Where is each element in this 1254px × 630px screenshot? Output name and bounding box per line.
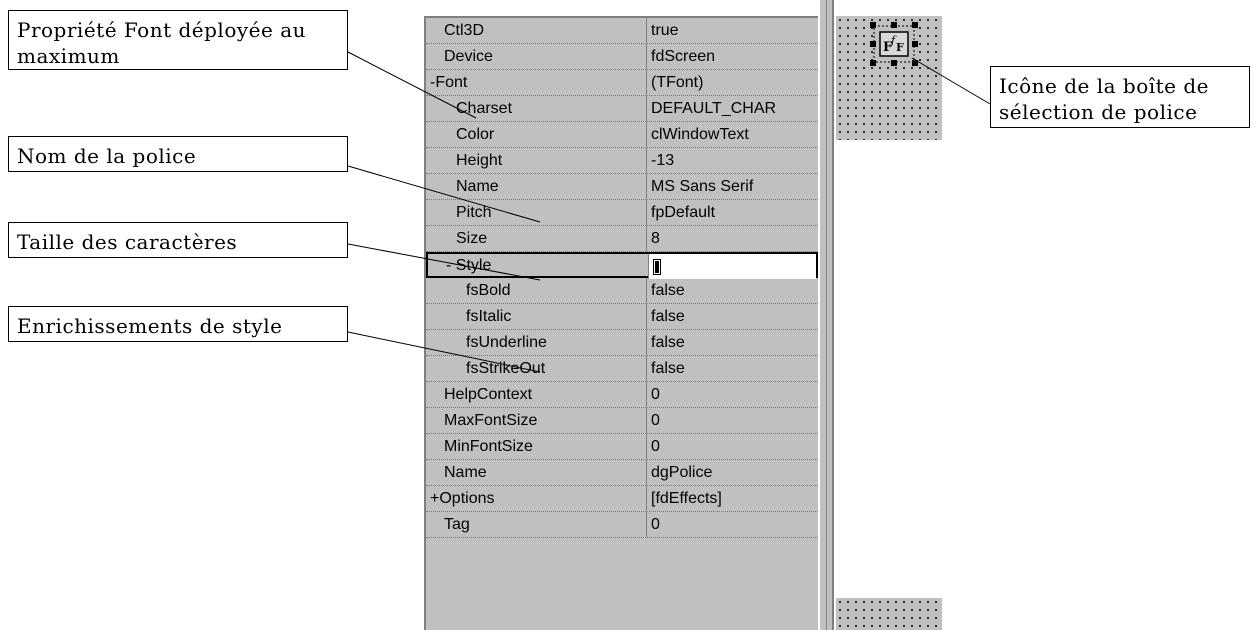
splitter-bar[interactable] (818, 0, 834, 630)
property-row[interactable]: - Style (426, 252, 818, 279)
property-value[interactable]: true (646, 18, 818, 43)
property-value[interactable]: false (646, 304, 818, 329)
property-name: Device (444, 48, 493, 65)
property-row[interactable]: MaxFontSize 0 (426, 408, 818, 434)
property-name: +Options (430, 490, 495, 507)
property-name: MinFontSize (444, 438, 533, 455)
property-name: HelpContext (444, 386, 533, 403)
property-value[interactable]: DEFAULT_CHAR (646, 96, 818, 121)
property-name: Color (456, 126, 495, 143)
font-dialog-icon[interactable]: F f F (868, 20, 920, 68)
property-row[interactable]: fsStrikeOut false (426, 356, 818, 382)
callout-icon: Icône de la boîte de sélection de police (990, 66, 1250, 128)
callout-style-text: Enrichissements de style (17, 314, 283, 338)
callout-font-expanded-text: Propriété Font déployée au maximum (17, 18, 306, 68)
property-name: Charset (456, 100, 513, 117)
property-name: Tag (444, 516, 470, 533)
property-row[interactable]: HelpContext 0 (426, 382, 818, 408)
property-value[interactable]: (TFont) (646, 70, 818, 95)
object-inspector: Ctl3D true Device fdScreen -Font (TFont) Chars… (424, 16, 818, 630)
property-name: Name (444, 464, 487, 481)
property-row[interactable]: Color clWindowText (426, 122, 818, 148)
property-row[interactable]: Height -13 (426, 148, 818, 174)
property-name: Pitch (456, 204, 492, 221)
callout-font-expanded: Propriété Font déployée au maximum (8, 10, 348, 70)
callout-style: Enrichissements de style (8, 306, 348, 342)
property-value[interactable]: 0 (646, 512, 818, 537)
property-value[interactable]: -13 (646, 148, 818, 173)
property-row[interactable]: Ctl3D true (426, 18, 818, 44)
callout-char-size: Taille des caractères (8, 222, 348, 258)
property-row[interactable]: fsBold false (426, 278, 818, 304)
property-value[interactable]: 0 (646, 434, 818, 459)
property-row[interactable]: fsItalic false (426, 304, 818, 330)
property-value[interactable]: 0 (646, 408, 818, 433)
property-value[interactable]: false (646, 356, 818, 381)
property-row[interactable]: Device fdScreen (426, 44, 818, 70)
property-row[interactable]: Charset DEFAULT_CHAR (426, 96, 818, 122)
property-value[interactable]: false (646, 278, 818, 303)
property-value[interactable]: [fdEffects] (646, 486, 818, 511)
property-row[interactable]: Name MS Sans Serif (426, 174, 818, 200)
callout-font-name: Nom de la police (8, 136, 348, 172)
text-cursor-icon (653, 258, 661, 275)
property-row[interactable]: Pitch fpDefault (426, 200, 818, 226)
property-name: - Style (446, 257, 492, 274)
property-row[interactable]: +Options [fdEffects] (426, 486, 818, 512)
property-name: Ctl3D (444, 22, 485, 39)
property-row[interactable]: Size 8 (426, 226, 818, 252)
property-name: Height (456, 152, 503, 169)
svg-text:F: F (896, 41, 904, 54)
property-value[interactable]: MS Sans Serif (646, 174, 818, 199)
property-row[interactable]: -Font (TFont) (426, 70, 818, 96)
property-name: Size (456, 230, 488, 247)
property-value-editor[interactable] (648, 254, 816, 279)
property-value[interactable]: dgPolice (646, 460, 818, 485)
property-value[interactable]: fdScreen (646, 44, 818, 69)
property-value[interactable]: 8 (646, 226, 818, 251)
property-value[interactable]: false (646, 330, 818, 355)
callout-font-name-text: Nom de la police (17, 144, 197, 168)
form-design-area-bottom[interactable] (836, 598, 942, 630)
font-dialog-icon-graphic: F f F (870, 22, 918, 66)
property-row[interactable]: fsUnderline false (426, 330, 818, 356)
property-name: MaxFontSize (444, 412, 538, 429)
property-row[interactable]: Name dgPolice (426, 460, 818, 486)
property-value[interactable]: 0 (646, 382, 818, 407)
property-name: -Font (430, 74, 468, 91)
callout-icon-text: Icône de la boîte de sélection de police (999, 74, 1209, 124)
property-row[interactable]: MinFontSize 0 (426, 434, 818, 460)
callout-char-size-text: Taille des caractères (17, 230, 238, 254)
property-value[interactable]: clWindowText (646, 122, 818, 147)
property-name: Name (456, 178, 499, 195)
property-row[interactable]: Tag 0 (426, 512, 818, 538)
property-value[interactable]: fpDefault (646, 200, 818, 225)
